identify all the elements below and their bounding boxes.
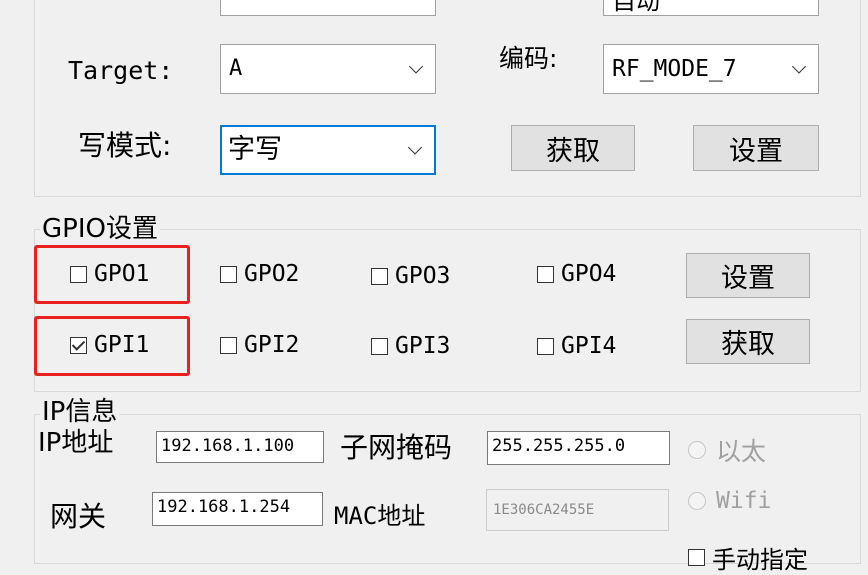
checkbox-icon <box>371 337 388 355</box>
write-mode-label: 写模式: <box>78 129 172 162</box>
ip-info-group-title: IP信息 <box>40 397 120 427</box>
checkbox-icon <box>220 336 237 354</box>
checkbox-icon <box>220 265 237 283</box>
gpo2-checkbox[interactable]: GPO2 <box>220 261 299 287</box>
radio-icon <box>688 492 706 510</box>
checkbox-icon <box>688 549 705 566</box>
gpi3-label: GPI3 <box>395 333 451 359</box>
ethernet-label: 以太 <box>716 437 767 466</box>
ip-address-field[interactable]: 192.168.1.100 <box>156 431 324 463</box>
write-mode-select-value: 字写 <box>228 134 282 165</box>
mac-address-label: MAC地址 <box>334 502 426 530</box>
target-select[interactable]: A <box>220 44 436 94</box>
gpio-get-button[interactable]: 获取 <box>686 319 810 364</box>
chevron-down-icon <box>791 59 807 74</box>
target-select-value: A <box>229 56 243 81</box>
gpo3-checkbox[interactable]: GPO3 <box>371 263 450 289</box>
wifi-radio[interactable]: Wifi <box>688 488 771 514</box>
gateway-field[interactable]: 192.168.1.254 <box>152 492 323 526</box>
encoding-select[interactable]: RF_MODE_7 <box>603 44 819 94</box>
checkbox-icon <box>371 267 388 285</box>
gpio-group-title: GPIO设置 <box>40 214 160 244</box>
wifi-label: Wifi <box>716 488 772 514</box>
mac-address-field: 1E306CA2455E <box>486 489 669 531</box>
gpo4-checkbox[interactable]: GPO4 <box>537 261 616 287</box>
gpi2-checkbox[interactable]: GPI2 <box>220 332 299 358</box>
gateway-label: 网关 <box>50 500 107 533</box>
write-mode-select[interactable]: 字写 <box>220 125 436 175</box>
ethernet-radio[interactable]: 以太 <box>688 432 766 468</box>
checkbox-icon <box>537 337 554 355</box>
gpi1-highlight-box <box>34 316 190 376</box>
gpo4-label: GPO4 <box>561 261 617 287</box>
gpio-set-button[interactable]: 设置 <box>686 253 810 298</box>
gpi4-label: GPI4 <box>561 333 617 359</box>
top-combo[interactable] <box>220 0 436 16</box>
subnet-mask-label: 子网掩码 <box>340 431 453 464</box>
manual-assign-checkbox[interactable]: 手动指定 <box>688 540 808 575</box>
gpi2-label: GPI2 <box>244 332 300 358</box>
gpo1-highlight-box <box>34 245 190 304</box>
checkbox-icon <box>537 265 554 283</box>
target-label: Target: <box>68 56 174 85</box>
top-right-combo[interactable]: 自动 <box>603 0 819 16</box>
set-button[interactable]: 设置 <box>693 125 819 171</box>
encoding-select-value: RF_MODE_7 <box>612 56 737 82</box>
manual-assign-label: 手动指定 <box>712 546 808 574</box>
top-right-combo-value: 自动 <box>612 0 660 15</box>
encoding-label: 编码: <box>499 44 558 73</box>
gpi3-checkbox[interactable]: GPI3 <box>371 333 450 359</box>
subnet-mask-field[interactable]: 255.255.255.0 <box>487 431 670 465</box>
chevron-down-icon <box>408 59 424 74</box>
gpo3-label: GPO3 <box>395 263 451 289</box>
gpo2-label: GPO2 <box>244 261 300 287</box>
chevron-down-icon <box>407 140 423 155</box>
radio-icon <box>688 441 706 459</box>
gpi4-checkbox[interactable]: GPI4 <box>537 333 616 359</box>
get-button[interactable]: 获取 <box>511 125 635 171</box>
ip-address-label: IP地址 <box>38 428 114 458</box>
